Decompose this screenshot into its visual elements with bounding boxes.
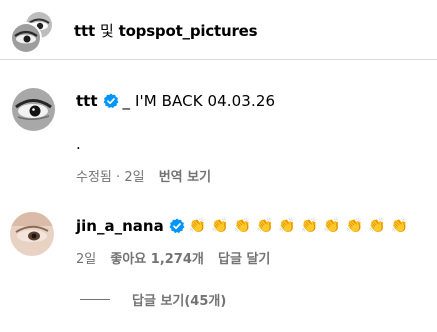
- comment-username[interactable]: jin_a_nana: [76, 217, 164, 235]
- header-connector: 및: [99, 22, 114, 40]
- header-user-2[interactable]: topspot_pictures: [119, 22, 258, 40]
- post-caption-text: _ I'M BACK 04.03.26: [122, 92, 276, 110]
- verified-badge-icon: [103, 93, 119, 109]
- view-replies-button[interactable]: 답글 보기(45개): [80, 290, 226, 309]
- avatar[interactable]: [12, 88, 55, 131]
- comment-time[interactable]: 2일: [76, 252, 96, 267]
- verified-badge-icon: [169, 218, 185, 234]
- post-time[interactable]: 2일: [124, 170, 144, 185]
- post-username[interactable]: ttt: [76, 92, 98, 110]
- comment-meta: 2일 좋아요 1,274개 답글 달기: [76, 248, 270, 267]
- avatar-ttt: [10, 22, 42, 54]
- divider-line: [80, 299, 110, 300]
- edited-label: 수정됨: [76, 170, 112, 185]
- group-avatar[interactable]: [10, 10, 54, 54]
- header-user-1[interactable]: ttt: [74, 22, 95, 40]
- comment-header: jin_a_nana 👏👏👏👏👏👏👏👏👏👏: [76, 217, 413, 235]
- reply-button[interactable]: 답글 달기: [218, 252, 270, 267]
- meta-separator: ·: [116, 170, 121, 185]
- comment-text: 👏👏👏👏👏👏👏👏👏👏: [188, 218, 414, 234]
- avatar[interactable]: [10, 212, 54, 256]
- see-translation-button[interactable]: 번역 보기: [159, 170, 211, 185]
- view-replies-label[interactable]: 답글 보기(45개): [132, 290, 226, 309]
- conversation-header: ttt 및 topspot_pictures: [0, 0, 437, 60]
- post-body: .: [76, 135, 81, 153]
- post-header: ttt _ I'M BACK 04.03.26: [76, 92, 275, 110]
- comment-likes[interactable]: 좋아요 1,274개: [110, 252, 204, 267]
- header-title[interactable]: ttt 및 topspot_pictures: [74, 20, 258, 41]
- post-meta: 수정됨 · 2일 번역 보기: [76, 166, 211, 185]
